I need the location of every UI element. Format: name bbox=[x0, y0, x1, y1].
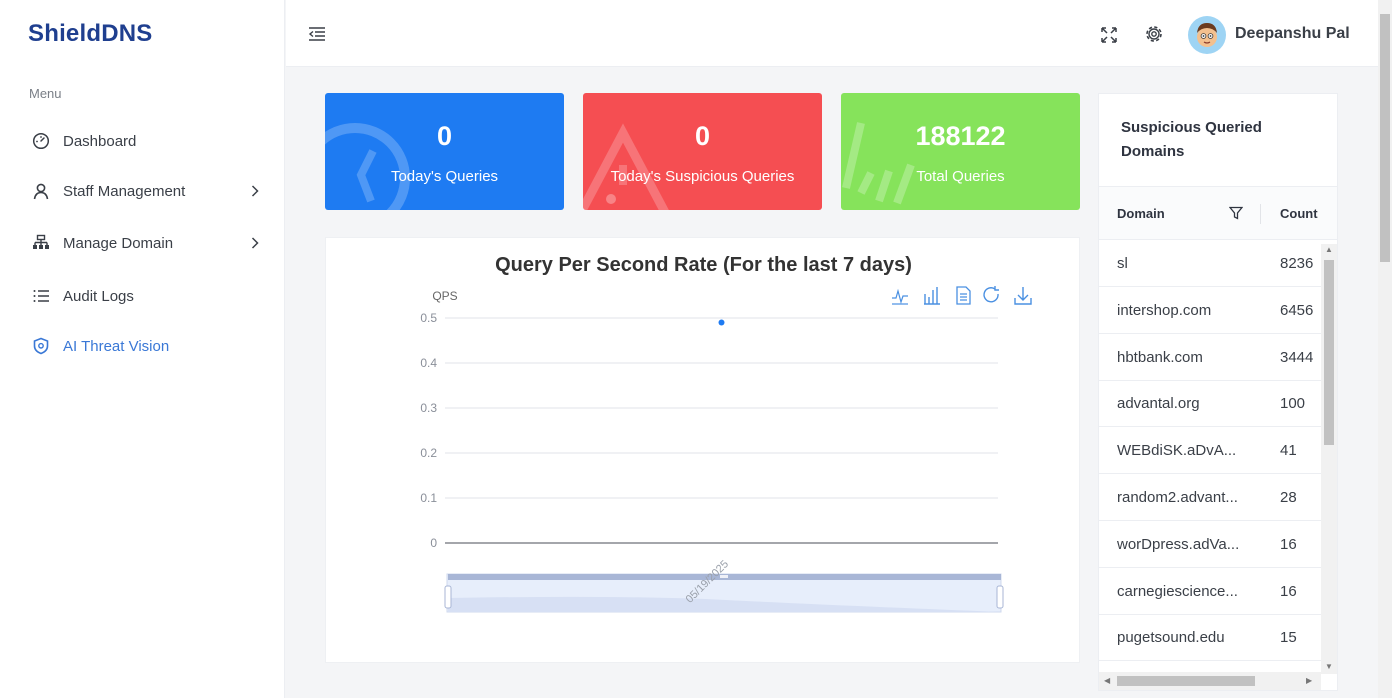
scrollbar-thumb[interactable] bbox=[1380, 14, 1390, 262]
menu-collapse-icon[interactable] bbox=[308, 25, 326, 43]
qps-chart-panel: Query Per Second Rate (For the last 7 da… bbox=[325, 237, 1080, 663]
sidebar-item-label: AI Threat Vision bbox=[63, 337, 170, 355]
sidebar-item-dashboard[interactable]: Dashboard bbox=[0, 121, 285, 161]
y-axis-label: QPS bbox=[432, 289, 457, 303]
column-header-count[interactable]: Count bbox=[1280, 206, 1318, 221]
user-icon bbox=[32, 182, 50, 200]
sidebar-item-label: Dashboard bbox=[63, 132, 137, 150]
table-row[interactable]: random2.advant... 28 bbox=[1099, 474, 1321, 521]
gear-icon[interactable] bbox=[1144, 24, 1164, 44]
count-cell: 28 bbox=[1280, 489, 1297, 506]
suspicious-domains-panel: Suspicious Queried Domains Domain Count … bbox=[1098, 93, 1338, 691]
grid: 0.5 0.4 0.3 0.2 0.1 0 bbox=[420, 311, 998, 550]
table-row[interactable]: sl 8236 bbox=[1099, 240, 1321, 287]
sidebar-item-label: Manage Domain bbox=[63, 234, 174, 252]
column-divider bbox=[1260, 204, 1261, 224]
table-vertical-scrollbar[interactable]: ▲ ▼ bbox=[1321, 244, 1337, 674]
avatar[interactable] bbox=[1188, 16, 1226, 54]
table-header: Domain Count bbox=[1099, 186, 1337, 240]
domain-cell: advantal.org bbox=[1117, 395, 1200, 413]
data-points bbox=[718, 319, 725, 326]
count-cell: 6456 bbox=[1280, 301, 1314, 319]
table-row[interactable]: intershop.com 6456 bbox=[1099, 287, 1321, 334]
domain-cell: hbtbank.com bbox=[1117, 348, 1203, 366]
domain-cell: carnegiescience... bbox=[1117, 582, 1238, 600]
count-cell: 8236 bbox=[1280, 255, 1314, 272]
stat-caption: Total Queries bbox=[916, 168, 1005, 185]
table-row[interactable]: advantal.org 100 bbox=[1099, 380, 1321, 428]
filter-icon[interactable] bbox=[1229, 206, 1243, 220]
qps-chart: QPS 0.50.40.30.20.10 05/19/2025 bbox=[420, 286, 1032, 613]
scroll-up-arrow-icon[interactable]: ▲ bbox=[1325, 245, 1333, 254]
fullscreen-icon[interactable] bbox=[1100, 26, 1118, 44]
scroll-right-arrow-icon[interactable]: ▶ bbox=[1306, 676, 1312, 685]
y-tick-label: 0.3 bbox=[420, 401, 437, 415]
table-row[interactable]: carnegiescience... 16 bbox=[1099, 568, 1321, 615]
datazoom-handle-right[interactable] bbox=[996, 585, 1004, 609]
sidebar: ShieldDNS Menu Dashboard Staff Managemen… bbox=[0, 0, 285, 698]
count-cell: 16 bbox=[1280, 535, 1297, 553]
column-header-domain[interactable]: Domain bbox=[1117, 206, 1165, 221]
dashboard-gauge-icon bbox=[32, 132, 50, 150]
sidebar-item-manage-domain[interactable]: Manage Domain bbox=[0, 223, 285, 263]
y-tick-label: 0.2 bbox=[420, 446, 437, 460]
y-tick-label: 0 bbox=[430, 536, 437, 550]
page-scrollbar[interactable] bbox=[1378, 0, 1392, 698]
domain-cell: pugetsound.edu bbox=[1117, 629, 1225, 647]
domain-cell: worDpress.adVa... bbox=[1117, 535, 1240, 553]
download-icon[interactable] bbox=[1014, 287, 1032, 305]
sidebar-item-staff-management[interactable]: Staff Management bbox=[0, 171, 285, 211]
stat-value: 0 bbox=[436, 121, 453, 151]
list-icon bbox=[32, 287, 50, 305]
data-view-icon[interactable] bbox=[956, 286, 971, 305]
table-row[interactable]: WEBdiSK.aDvA... 41 bbox=[1099, 427, 1321, 475]
sitemap-icon bbox=[32, 234, 50, 252]
top-header: Deepanshu Pal bbox=[286, 0, 1378, 67]
count-cell: 41 bbox=[1280, 442, 1297, 460]
table-row[interactable]: worDpress.adVa... 16 bbox=[1099, 521, 1321, 568]
chevron-right-icon bbox=[251, 185, 259, 197]
sidebar-item-label: Staff Management bbox=[63, 182, 186, 200]
stat-value: 188122 bbox=[915, 121, 1006, 151]
stat-caption: Today's Queries bbox=[390, 168, 499, 185]
domain-cell: random2.advant... bbox=[1117, 489, 1238, 506]
datazoom-slider[interactable] bbox=[444, 573, 1004, 613]
restore-icon[interactable] bbox=[983, 286, 999, 303]
user-name[interactable]: Deepanshu Pal bbox=[1235, 25, 1350, 43]
y-tick-label: 0.5 bbox=[420, 311, 437, 325]
sidebar-item-audit-logs[interactable]: Audit Logs bbox=[0, 276, 285, 316]
scroll-down-arrow-icon[interactable]: ▼ bbox=[1325, 662, 1333, 671]
y-tick-label: 0.4 bbox=[420, 356, 437, 370]
stat-card-today-suspicious-queries: 0 Today's Suspicious Queries bbox=[583, 93, 822, 210]
count-cell: 15 bbox=[1280, 629, 1297, 647]
sidebar-item-ai-threat-vision[interactable]: AI Threat Vision bbox=[0, 326, 285, 366]
chevron-right-icon bbox=[251, 237, 259, 249]
brand-logo[interactable]: ShieldDNS bbox=[28, 20, 152, 48]
count-cell: 16 bbox=[1280, 582, 1297, 600]
table-row[interactable]: hbtbank.com 3444 bbox=[1099, 334, 1321, 381]
table-horizontal-scrollbar[interactable]: ◀ ▶ bbox=[1099, 672, 1321, 690]
stat-value: 0 bbox=[694, 121, 711, 151]
data-point[interactable] bbox=[718, 319, 725, 326]
stat-card-total-queries: 188122 Total Queries bbox=[841, 93, 1080, 210]
count-cell: 100 bbox=[1280, 395, 1306, 413]
scrollbar-thumb[interactable] bbox=[1324, 260, 1334, 445]
scroll-left-arrow-icon[interactable]: ◀ bbox=[1104, 676, 1110, 685]
table-row[interactable]: pugetsound.edu 15 bbox=[1099, 614, 1321, 662]
panel-title: Suspicious Queried Domains bbox=[1121, 119, 1262, 160]
domain-cell: WEBdiSK.aDvA... bbox=[1117, 442, 1237, 460]
count-cell: 3444 bbox=[1280, 348, 1314, 366]
shield-icon bbox=[32, 337, 50, 355]
menu-title: Menu bbox=[29, 86, 62, 101]
domain-cell: intershop.com bbox=[1117, 301, 1212, 319]
bar-chart-icon[interactable] bbox=[924, 287, 940, 305]
datazoom-handle-left[interactable] bbox=[444, 585, 452, 609]
y-tick-label: 0.1 bbox=[420, 491, 437, 505]
sidebar-item-label: Audit Logs bbox=[63, 287, 134, 305]
scrollbar-thumb[interactable] bbox=[1117, 676, 1255, 686]
domain-cell: sl bbox=[1117, 255, 1128, 272]
stat-caption: Today's Suspicious Queries bbox=[610, 168, 795, 185]
stat-card-today-queries: 0 Today's Queries bbox=[325, 93, 564, 210]
line-chart-icon[interactable] bbox=[892, 288, 908, 305]
